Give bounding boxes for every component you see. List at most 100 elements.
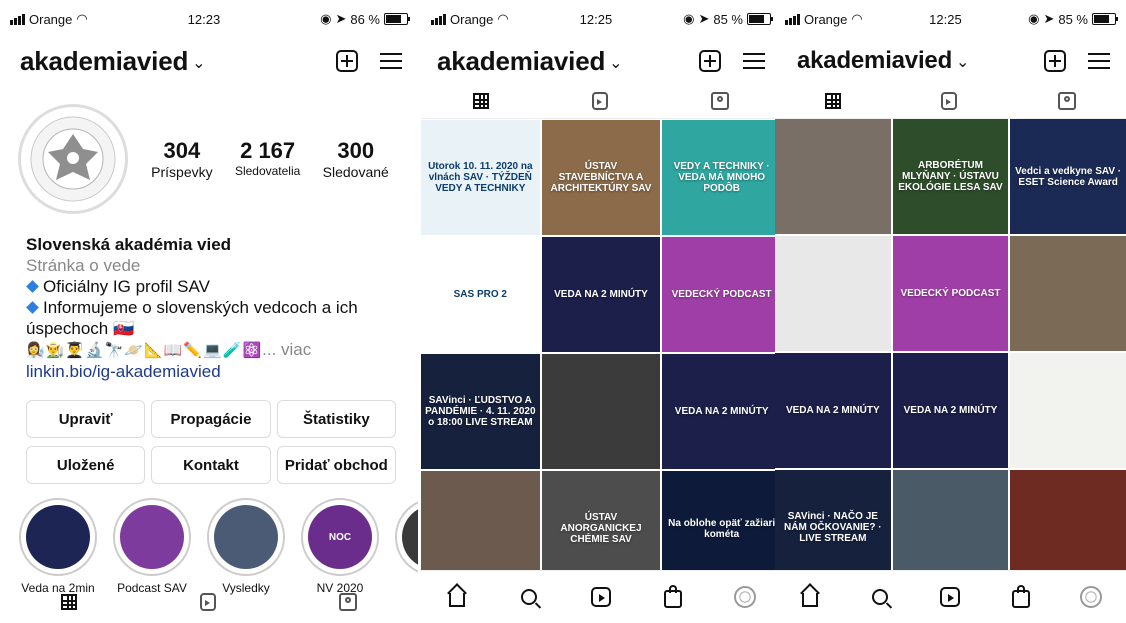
post-tile-caption: VEDECKÝ PODCAST — [900, 288, 1001, 299]
bio-line-2: Informujeme o slovenských vedcoch a ich … — [26, 298, 358, 338]
stat-followers[interactable]: 2 167 Sledovatelia — [235, 138, 300, 180]
top-bar: akademiavied ⌄ — [421, 38, 781, 84]
highlight-cover — [120, 505, 184, 569]
post-tile[interactable]: SAVinci · NAČO JE NÁM OČKOVANIE? · LIVE … — [775, 470, 891, 585]
insights-button[interactable]: Štatistiky — [276, 400, 396, 438]
post-tile[interactable] — [775, 236, 891, 351]
post-tile[interactable]: VEDECKÝ PODCAST — [892, 236, 1009, 351]
shop-bag-icon — [1011, 585, 1030, 608]
story-highlights: Veda na 2min Podcast SAV Vysledky NOC NV … — [0, 484, 418, 595]
grid-tab-icon[interactable] — [61, 594, 78, 610]
nav-reels[interactable] — [590, 586, 612, 608]
bio-line-1: Oficiálny IG profil SAV — [43, 277, 210, 296]
status-bar: Orange ◠ 12:23 ◉ ➤ 86 % — [0, 0, 418, 38]
post-tile[interactable] — [1010, 470, 1126, 585]
stat-following[interactable]: 300 Sledované — [323, 138, 389, 180]
grid-tab-icon[interactable] — [825, 93, 842, 109]
diamond-bullet-icon — [26, 301, 39, 314]
nav-home[interactable] — [446, 586, 468, 608]
tagged-tab-icon[interactable] — [1057, 92, 1076, 110]
stat-posts[interactable]: 304 Príspevky — [151, 138, 212, 180]
post-tile-caption: ÚSTAV STAVEBNÍCTVA A ARCHITEKTÚRY SAV — [550, 161, 652, 194]
post-tile-caption: VEDECKÝ PODCAST — [671, 289, 772, 300]
wifi-icon: ◠ — [497, 11, 509, 26]
profile-name: Slovenská akadémia vied — [26, 235, 232, 254]
post-tile[interactable]: VEDA NA 2 MINÚTY — [775, 353, 891, 468]
battery-percent: 86 % — [350, 11, 380, 27]
promotions-button[interactable]: Propagácie — [151, 400, 271, 438]
bio-more-link[interactable]: ... viac — [262, 340, 311, 359]
menu-icon[interactable] — [743, 53, 765, 69]
tagged-tab-icon[interactable] — [711, 92, 730, 110]
post-tile[interactable] — [1010, 353, 1126, 468]
status-bar: Orange ◠ 12:25 ◉ ➤ 85 % — [421, 0, 781, 38]
post-tile[interactable]: VEDA NA 2 MINÚTY — [541, 237, 661, 352]
nav-reels[interactable] — [939, 586, 961, 608]
new-post-icon[interactable] — [699, 50, 721, 72]
post-tile[interactable]: ÚSTAV STAVEBNÍCTVA A ARCHITEKTÚRY SAV — [541, 120, 661, 235]
screens-composite: Orange ◠ 12:23 ◉ ➤ 86 % akademiavied ⌄ 304 Pr… — [0, 0, 1126, 623]
contact-button[interactable]: Kontakt — [151, 446, 271, 484]
alarm-icon: ◉ — [320, 11, 332, 26]
menu-icon[interactable] — [380, 53, 402, 69]
content-tabs — [0, 581, 418, 623]
carrier: Orange — [804, 11, 848, 27]
igtv-tab-icon[interactable] — [591, 92, 608, 110]
signal-icon — [10, 13, 25, 25]
saved-button[interactable]: Uložené — [26, 446, 146, 484]
username-switcher[interactable]: akademiavied ⌄ — [20, 46, 206, 77]
content-tabs — [421, 84, 781, 119]
alarm-icon: ◉ — [683, 11, 695, 26]
diamond-bullet-icon — [26, 280, 39, 293]
post-tile[interactable] — [421, 471, 540, 586]
bottom-nav — [421, 570, 781, 623]
post-tile-caption: VEDA NA 2 MINÚTY — [903, 405, 998, 416]
post-tile[interactable]: ARBORÉTUM MLYŇANY · ÚSTAVU EKOLÓGIE LESA… — [892, 119, 1009, 234]
nav-profile[interactable] — [734, 586, 756, 608]
post-tile[interactable] — [892, 470, 1009, 585]
profile-avatar[interactable] — [18, 104, 128, 214]
new-post-icon[interactable] — [336, 50, 358, 72]
igtv-tab-icon[interactable] — [941, 92, 958, 110]
nav-shop[interactable] — [1010, 585, 1032, 608]
post-tile[interactable]: SAS PRO 2 — [421, 237, 540, 352]
edit-profile-button[interactable]: Upraviť — [26, 400, 146, 438]
post-tile[interactable]: SAVinci · ĽUDSTVO A PANDÉMIE · 4. 11. 20… — [421, 354, 540, 469]
reels-icon — [940, 587, 961, 607]
igtv-tab-icon[interactable] — [199, 593, 216, 611]
post-tile[interactable] — [775, 119, 891, 234]
post-tile[interactable]: ÚSTAV ANORGANICKEJ CHÉMIE SAV — [541, 471, 661, 586]
username-switcher[interactable]: akademiavied ⌄ — [797, 47, 969, 75]
post-tile-caption: VEDA NA 2 MINÚTY — [554, 289, 648, 300]
post-tile-caption: SAVinci · NAČO JE NÁM OČKOVANIE? · LIVE … — [784, 511, 882, 544]
chevron-down-icon: ⌄ — [192, 54, 206, 72]
tagged-tab-icon[interactable] — [338, 593, 357, 611]
post-tile[interactable]: Na oblohe opäť zažiari kométa — [662, 471, 781, 586]
grid-tab-icon[interactable] — [472, 93, 489, 109]
post-tile[interactable]: VEDA NA 2 MINÚTY — [662, 354, 781, 469]
menu-icon[interactable] — [1088, 53, 1110, 69]
nav-shop[interactable] — [662, 585, 684, 608]
post-tile[interactable]: VEDECKÝ PODCAST — [662, 237, 781, 352]
nav-home[interactable] — [799, 586, 821, 608]
post-tile[interactable]: VEDY A TECHNIKY · VEDA MÁ MNOHO PODÔB — [662, 120, 781, 235]
post-tile[interactable]: VEDA NA 2 MINÚTY — [892, 353, 1009, 468]
username-switcher[interactable]: akademiavied ⌄ — [437, 46, 623, 77]
post-tile[interactable]: Vedci a vedkyne SAV · ESET Science Award — [1010, 119, 1126, 234]
post-tile[interactable]: Utorok 10. 11. 2020 na vlnách SAV · TÝŽD… — [421, 120, 540, 235]
add-shop-button[interactable]: Pridať obchod — [276, 446, 396, 484]
top-bar: akademiavied ⌄ — [775, 38, 1126, 84]
battery-percent: 85 % — [1058, 11, 1088, 27]
post-tile[interactable] — [1010, 236, 1126, 351]
bio-link[interactable]: linkin.bio/ig-akademiavied — [26, 361, 392, 382]
nav-profile[interactable] — [1079, 586, 1102, 608]
nav-search[interactable] — [518, 586, 540, 608]
post-tile[interactable] — [541, 354, 661, 469]
profile-header: 304 Príspevky 2 167 Sledovatelia 300 Sledov… — [0, 84, 418, 234]
new-post-icon[interactable] — [1044, 50, 1066, 72]
clock: 12:25 — [579, 11, 613, 27]
profile-buttons: Upraviť Propagácie Štatistiky Uložené Ko… — [0, 392, 418, 484]
carrier: Orange — [450, 11, 494, 27]
nav-search[interactable] — [869, 586, 891, 608]
profile-category: Stránka o vede — [26, 256, 141, 275]
